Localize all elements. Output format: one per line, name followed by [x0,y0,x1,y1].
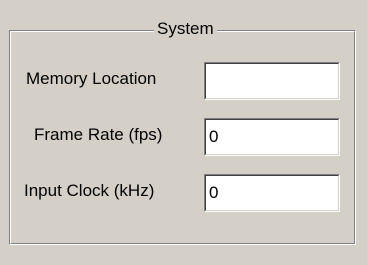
memory-location-field-frame [204,62,340,100]
input-clock-field-frame [204,174,340,212]
memory-location-input[interactable] [205,63,339,99]
system-group-title: System [154,18,217,40]
memory-location-label: Memory Location [26,69,157,88]
input-clock-input[interactable] [205,175,339,211]
frame-rate-input[interactable] [205,119,339,155]
frame-rate-field-frame [204,118,340,156]
input-clock-label: Input Clock (kHz) [24,181,155,200]
frame-rate-label: Frame Rate (fps) [34,125,163,144]
